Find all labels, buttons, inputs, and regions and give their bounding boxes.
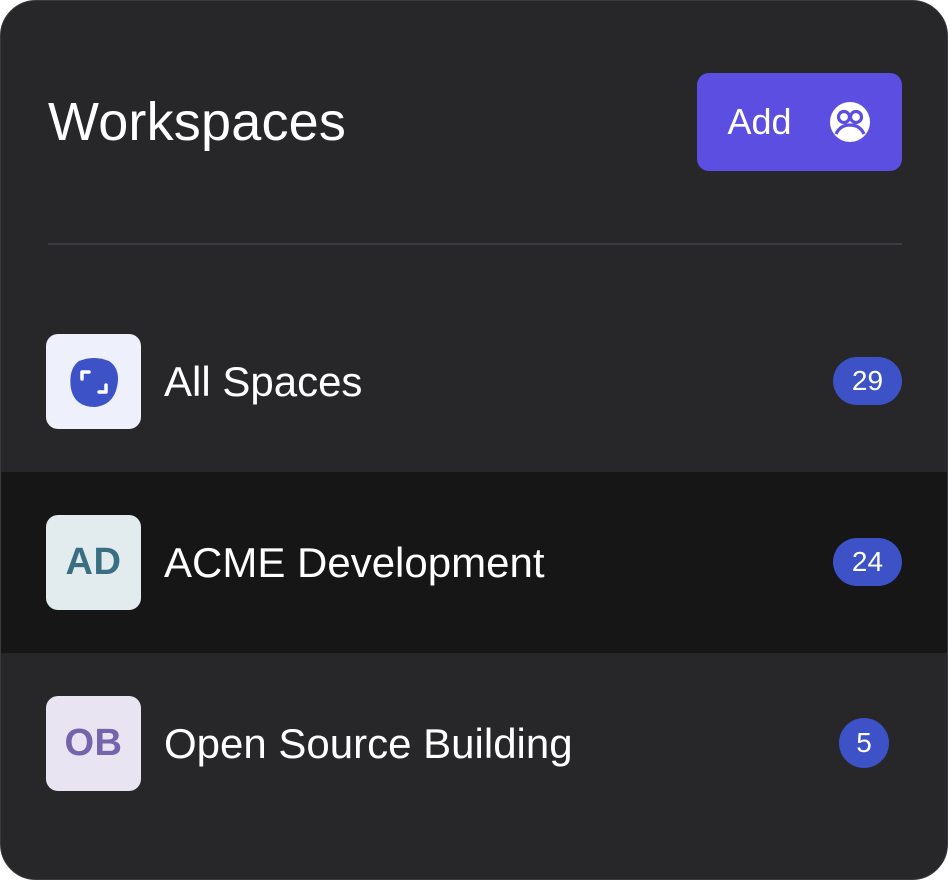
workspace-avatar: OB [46, 696, 141, 791]
workspace-item-acme-development[interactable]: AD ACME Development 24 [1, 472, 947, 653]
add-workspace-button[interactable]: Add [697, 73, 902, 171]
count-badge: 5 [839, 718, 889, 768]
panel-header: Workspaces Add [48, 73, 902, 171]
workspace-avatar: AD [46, 515, 141, 610]
workspace-label: Open Source Building [164, 720, 573, 767]
users-circle-icon [829, 102, 870, 142]
all-spaces-tile [46, 334, 141, 429]
workspace-label: All Spaces [164, 358, 363, 405]
workspace-item-all-spaces[interactable]: All Spaces 29 [1, 291, 947, 472]
workspaces-panel: Workspaces Add All Spaces 29 AD ACME Dev… [0, 0, 948, 880]
focus-blob-icon [69, 357, 118, 407]
workspace-label: ACME Development [164, 539, 545, 586]
panel-title: Workspaces [48, 92, 347, 152]
count-badge: 24 [833, 538, 902, 586]
count-badge: 29 [833, 357, 902, 405]
header-divider [48, 243, 902, 245]
add-button-label: Add [727, 101, 792, 142]
workspace-list: All Spaces 29 AD ACME Development 24 OB … [1, 291, 947, 834]
workspace-item-open-source-building[interactable]: OB Open Source Building 5 [1, 653, 947, 834]
